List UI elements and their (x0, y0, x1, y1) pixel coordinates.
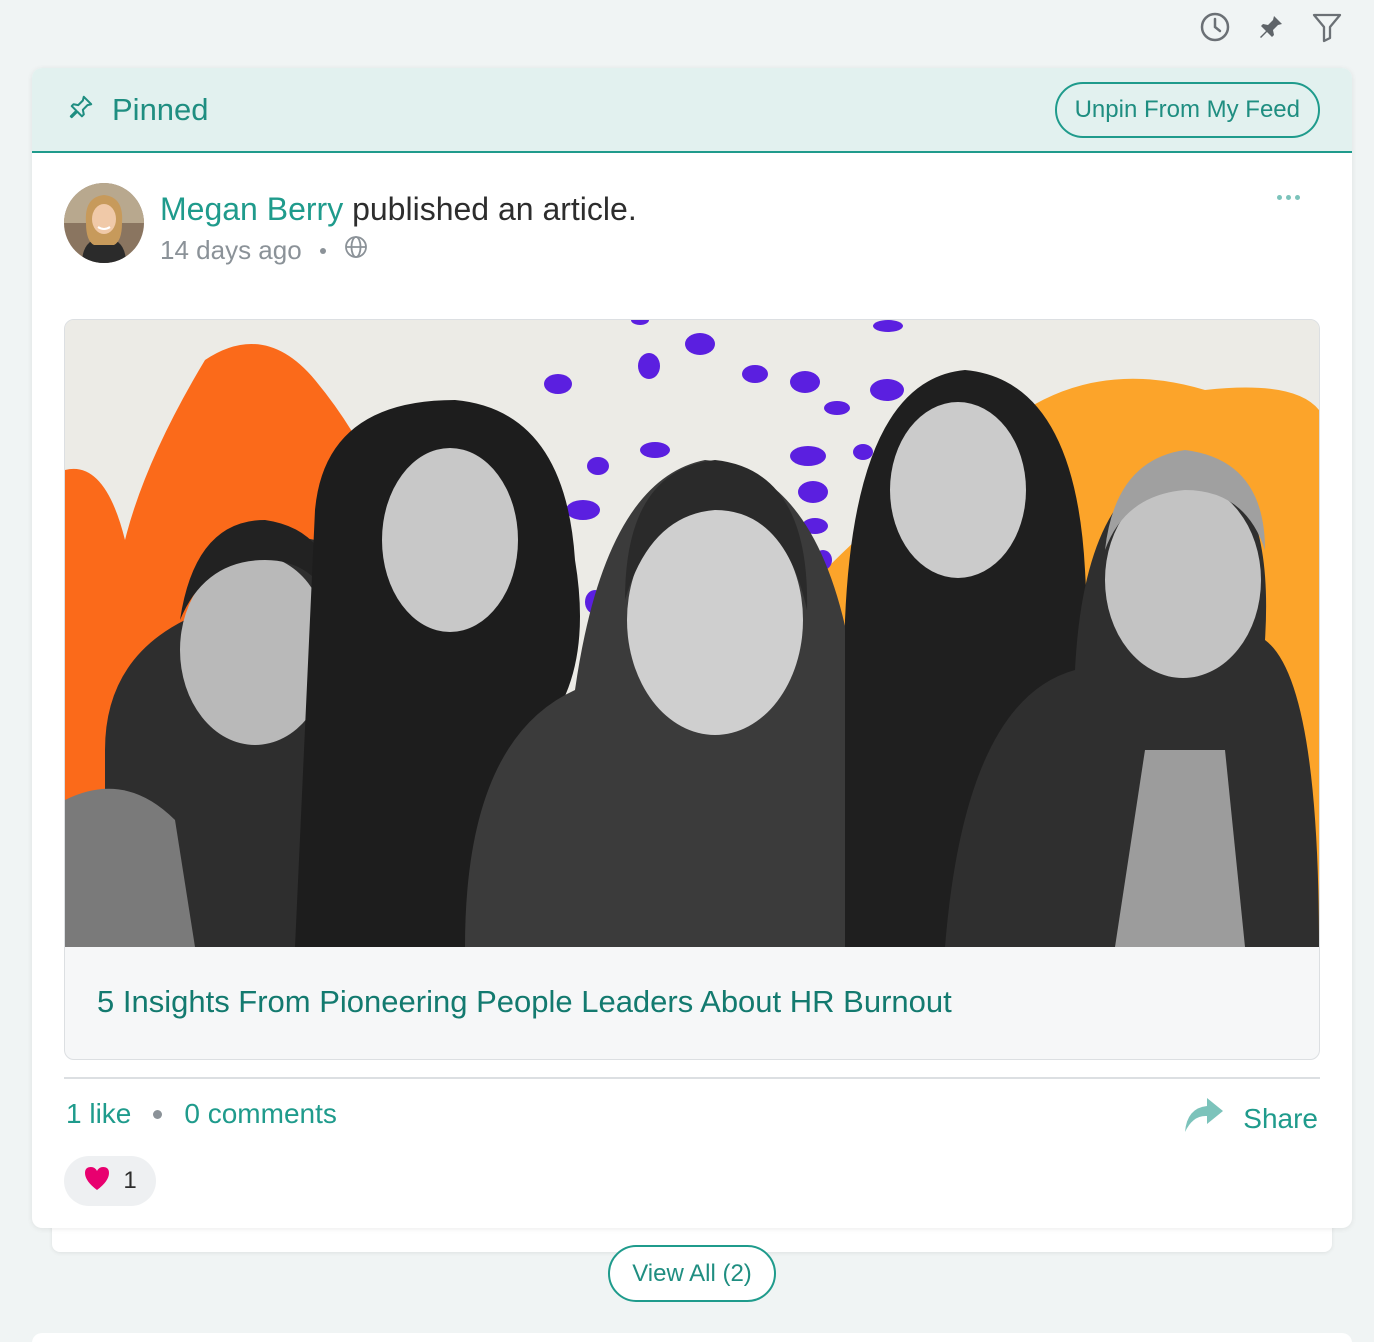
divider (64, 1077, 1320, 1079)
feed-toolbar (1198, 10, 1344, 44)
more-options-icon[interactable] (1271, 189, 1306, 206)
filter-icon[interactable] (1310, 10, 1344, 44)
unpin-button[interactable]: Unpin From My Feed (1054, 81, 1320, 138)
stats-separator (153, 1109, 163, 1119)
share-button[interactable]: Share (1183, 1096, 1318, 1141)
heart-icon (83, 1165, 111, 1198)
post-header: Megan Berry published an article. 14 day… (32, 153, 1352, 266)
pinned-label: Pinned (112, 91, 209, 127)
share-arrow-icon (1183, 1096, 1225, 1141)
pinned-post-card: Pinned Unpin From My Feed Megan Berry pu… (32, 68, 1352, 1228)
share-label: Share (1243, 1102, 1318, 1134)
pin-icon[interactable] (1254, 10, 1288, 44)
next-feed-card (32, 1333, 1352, 1342)
post-headline: Megan Berry published an article. (160, 189, 637, 229)
meta-separator (319, 247, 326, 254)
likes-link[interactable]: 1 like (66, 1098, 131, 1130)
post-action-text: published an article. (343, 191, 637, 227)
engagement-stats: 1 like 0 comments (66, 1098, 337, 1130)
comments-link[interactable]: 0 comments (184, 1098, 337, 1130)
globe-icon (344, 235, 368, 266)
view-all-button[interactable]: View All (2) (608, 1245, 776, 1302)
post-timestamp: 14 days ago (160, 235, 302, 265)
article-title[interactable]: 5 Insights From Pioneering People Leader… (65, 947, 1319, 1056)
pinned-title: Pinned (68, 92, 209, 128)
article-image (65, 320, 1319, 947)
heart-reaction[interactable]: 1 (64, 1156, 156, 1206)
avatar[interactable] (64, 183, 144, 263)
author-link[interactable]: Megan Berry (160, 191, 343, 227)
article-preview[interactable]: 5 Insights From Pioneering People Leader… (64, 319, 1320, 1060)
reaction-count: 1 (123, 1167, 137, 1194)
pinned-header: Pinned Unpin From My Feed (32, 68, 1352, 153)
pin-outline-icon (68, 94, 94, 125)
post-meta: 14 days ago (160, 235, 637, 266)
clock-icon[interactable] (1198, 10, 1232, 44)
